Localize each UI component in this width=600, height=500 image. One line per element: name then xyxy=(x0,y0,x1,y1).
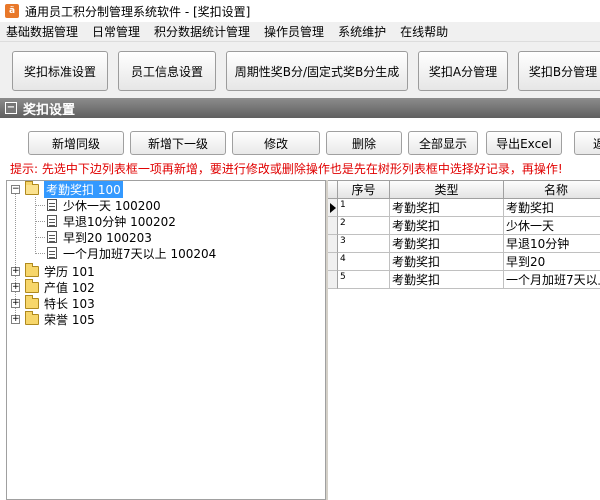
folder-open-icon xyxy=(25,180,39,195)
cell-index[interactable]: 1 xyxy=(338,199,390,217)
title-bar: ä 通用员工积分制管理系统软件 - [奖扣设置] xyxy=(0,0,600,22)
back-button[interactable]: 返 xyxy=(574,131,600,155)
document-icon xyxy=(47,231,57,243)
tree-node-label: 特长 103 xyxy=(44,296,95,311)
document-icon xyxy=(47,199,57,211)
document-icon xyxy=(47,247,57,259)
cell-index[interactable]: 3 xyxy=(338,235,390,253)
row-indicator xyxy=(328,217,338,235)
toolbar: 奖扣标准设置 员工信息设置 周期性奖B分/固定式奖B分生成 奖扣A分管理 奖扣B… xyxy=(0,42,600,98)
column-header-type[interactable]: 类型 xyxy=(390,181,504,199)
row-indicator xyxy=(328,253,338,271)
tree-leaf[interactable]: 一个月加班7天以上 100204 xyxy=(47,245,216,261)
show-all-button[interactable]: 全部显示 xyxy=(408,131,478,155)
cell-index[interactable]: 5 xyxy=(338,271,390,289)
cell-index[interactable]: 4 xyxy=(338,253,390,271)
menu-bar: 基础数据管理 日常管理 积分数据统计管理 操作员管理 系统维护 在线帮助 xyxy=(0,22,600,42)
expand-icon[interactable]: + xyxy=(11,314,20,324)
menu-statistics[interactable]: 积分数据统计管理 xyxy=(154,23,250,40)
menu-help[interactable]: 在线帮助 xyxy=(400,23,448,40)
section-title: 奖扣设置 xyxy=(23,102,76,118)
tree-connector xyxy=(35,253,45,254)
a-score-button[interactable]: 奖扣A分管理 xyxy=(418,51,508,91)
add-sibling-button[interactable]: 新增同级 xyxy=(28,131,124,155)
collapse-icon[interactable]: − xyxy=(5,102,17,114)
hint-text: 提示: 先选中下边列表框一项再新增，要进行修改或删除操作也是先在树形列表框中选择… xyxy=(10,162,563,176)
reward-standard-button[interactable]: 奖扣标准设置 xyxy=(12,51,108,91)
grid-corner xyxy=(328,181,338,199)
cell-name[interactable]: 早退10分钟 xyxy=(504,235,600,253)
records-grid[interactable]: 序号 类型 名称 1 考勤奖扣 考勤奖扣 2 考勤奖扣 少休一天 3 考勤奖扣 … xyxy=(328,180,600,500)
cell-name[interactable]: 考勤奖扣 xyxy=(504,199,600,217)
tree-node-label: 考勤奖扣 100 xyxy=(44,180,123,198)
column-header-index[interactable]: 序号 xyxy=(338,181,390,199)
menu-daily[interactable]: 日常管理 xyxy=(92,23,140,40)
tree-connector xyxy=(35,221,45,222)
cell-type[interactable]: 考勤奖扣 xyxy=(390,271,504,289)
menu-maintenance[interactable]: 系统维护 xyxy=(338,23,386,40)
expand-icon[interactable]: + xyxy=(11,282,20,292)
cell-type[interactable]: 考勤奖扣 xyxy=(390,235,504,253)
cell-name[interactable]: 早到20 xyxy=(504,253,600,271)
tree-node-label: 产值 102 xyxy=(44,280,95,295)
tree-leaf-label: 早到20 100203 xyxy=(63,230,152,245)
cell-name[interactable]: 少休一天 xyxy=(504,217,600,235)
delete-button[interactable]: 删除 xyxy=(326,131,402,155)
row-indicator xyxy=(328,235,338,253)
cell-type[interactable]: 考勤奖扣 xyxy=(390,199,504,217)
window-title: 通用员工积分制管理系统软件 - [奖扣设置] xyxy=(25,4,251,19)
menu-operator[interactable]: 操作员管理 xyxy=(264,23,324,40)
collapse-icon[interactable]: − xyxy=(11,184,20,194)
folder-icon xyxy=(25,294,39,309)
expand-icon[interactable]: + xyxy=(11,266,20,276)
tree-leaf[interactable]: 少休一天 100200 xyxy=(47,197,161,213)
cell-index[interactable]: 2 xyxy=(338,217,390,235)
periodic-b-score-button[interactable]: 周期性奖B分/固定式奖B分生成 xyxy=(226,51,408,91)
row-indicator xyxy=(328,271,338,289)
b-score-button[interactable]: 奖扣B分管理 xyxy=(518,51,600,91)
document-icon xyxy=(47,215,57,227)
tree-node-label: 荣誉 105 xyxy=(44,312,95,327)
tree-node-label: 学历 101 xyxy=(44,264,95,279)
tree-node-specialty[interactable]: + 特长 103 xyxy=(11,294,95,311)
current-row-arrow-icon xyxy=(330,203,336,213)
section-header: − 奖扣设置 xyxy=(0,98,600,118)
employee-info-button[interactable]: 员工信息设置 xyxy=(118,51,216,91)
edit-button[interactable]: 修改 xyxy=(232,131,320,155)
tree-leaf-label: 早退10分钟 100202 xyxy=(63,214,176,229)
tree-leaf[interactable]: 早到20 100203 xyxy=(47,229,152,245)
expand-icon[interactable]: + xyxy=(11,298,20,308)
tree-leaf-label: 一个月加班7天以上 100204 xyxy=(63,246,217,261)
app-icon: ä xyxy=(5,4,19,18)
tree-node-education[interactable]: + 学历 101 xyxy=(11,262,95,279)
add-child-button[interactable]: 新增下一级 xyxy=(130,131,226,155)
cell-type[interactable]: 考勤奖扣 xyxy=(390,217,504,235)
tree-connector xyxy=(35,237,45,238)
action-bar: 新增同级 新增下一级 修改 删除 全部显示 导出Excel 返 xyxy=(0,118,600,156)
tree-node-honor[interactable]: + 荣誉 105 xyxy=(11,310,95,327)
menu-basic-data[interactable]: 基础数据管理 xyxy=(6,23,78,40)
row-indicator xyxy=(328,199,338,217)
tree-leaf[interactable]: 早退10分钟 100202 xyxy=(47,213,176,229)
folder-icon xyxy=(25,262,39,277)
cell-type[interactable]: 考勤奖扣 xyxy=(390,253,504,271)
tree-connector xyxy=(35,205,45,206)
folder-icon xyxy=(25,310,39,325)
cell-name[interactable]: 一个月加班7天以上 xyxy=(504,271,600,289)
export-excel-button[interactable]: 导出Excel xyxy=(486,131,562,155)
tree-node-attendance[interactable]: − 考勤奖扣 100 xyxy=(11,180,123,198)
tree-node-output[interactable]: + 产值 102 xyxy=(11,278,95,295)
category-tree[interactable]: − 考勤奖扣 100 少休一天 100200 早退10分钟 100202 早到2… xyxy=(6,180,326,500)
column-header-name[interactable]: 名称 xyxy=(504,181,600,199)
tree-leaf-label: 少休一天 100200 xyxy=(63,198,161,213)
folder-icon xyxy=(25,278,39,293)
